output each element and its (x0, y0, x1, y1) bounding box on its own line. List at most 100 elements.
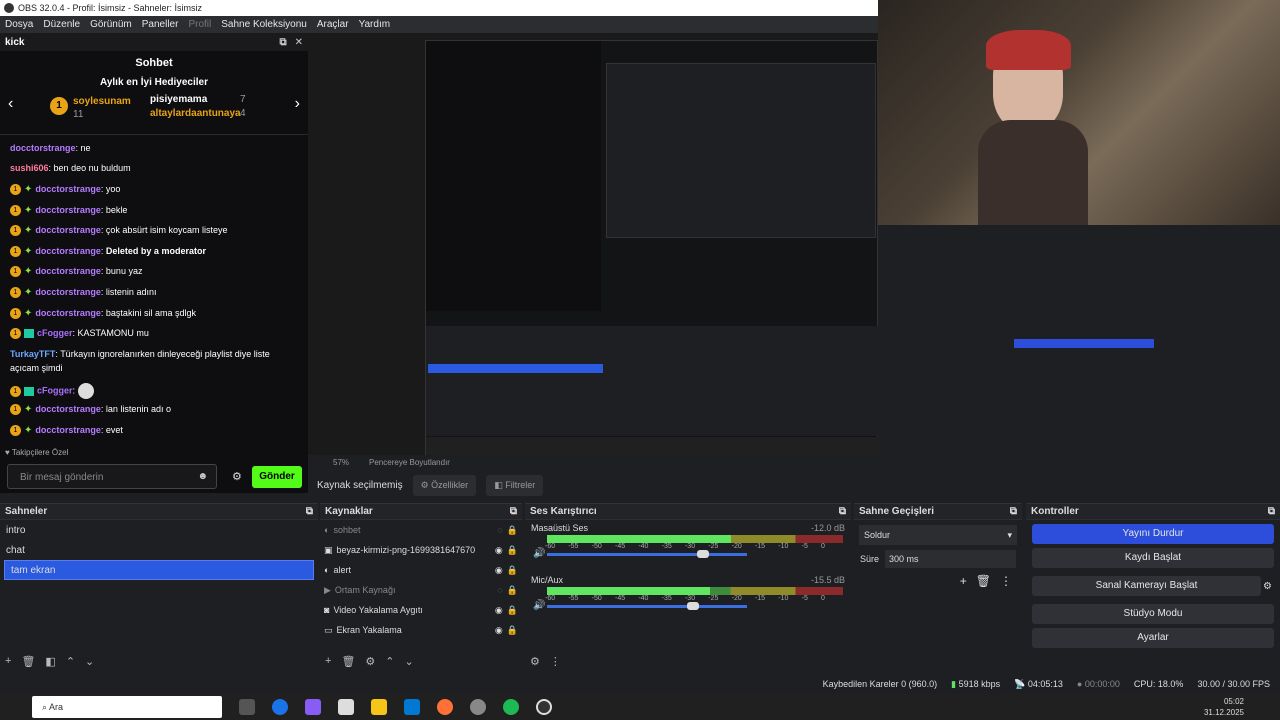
meter-tick: -45 (614, 543, 626, 550)
bitrate: ▮ 5918 kbps (951, 678, 1001, 689)
move-down-icon[interactable]: ⌄ (85, 655, 94, 668)
more-menu-icon[interactable]: ⋮ (1000, 574, 1012, 588)
menu-dosya[interactable]: Dosya (5, 19, 33, 30)
file-explorer-icon[interactable] (371, 699, 387, 715)
copilot-icon[interactable] (305, 699, 321, 715)
chat-input[interactable]: Bir mesaj gönderin ☻ (7, 464, 217, 489)
chat-message: 1 ✦ docctorstrange: Deleted by a moderator (10, 246, 206, 258)
undock-icon[interactable]: ⧉ (1010, 506, 1017, 517)
undock-icon[interactable]: ⧉ (510, 506, 517, 517)
volume-slider[interactable] (547, 550, 747, 558)
trash-icon[interactable]: 🗑 (976, 574, 991, 588)
rec-time: ● 00:00:00 (1076, 679, 1120, 689)
speaker-icon[interactable]: 🔊 (533, 600, 545, 611)
source-item[interactable]: ▭ Ekran Yakalama ◉ 🔒 (320, 620, 522, 640)
spotify-icon[interactable] (503, 699, 519, 715)
speaker-icon[interactable]: 🔊 (533, 548, 545, 559)
scene-item[interactable]: intro (0, 520, 318, 540)
firefox-icon[interactable] (437, 699, 453, 715)
eye-icon: ◉ (494, 624, 503, 635)
menu-paneller[interactable]: Paneller (142, 19, 179, 30)
settings-icon[interactable] (470, 699, 486, 715)
meter-tick: 0 (821, 543, 825, 550)
taskbar-search[interactable]: ⌕ Ara (32, 696, 222, 718)
chat-message: 1 cFogger: KASTAMONU mu (10, 328, 149, 340)
chat-message: 1 ✦ docctorstrange: yoo (10, 184, 120, 196)
scene-item[interactable]: chat (0, 540, 318, 560)
source-item[interactable]: ▣ beyaz-kirmizi-png-1699381647670 ◉ 🔒 (320, 540, 522, 560)
eye-icon: ◉ (494, 544, 503, 555)
scenes-dock: Sahneler ⧉ intro chat tam ekran + 🗑 ◧ ⌃ ⌄ (0, 503, 318, 670)
chat-dock-header: kick ⧉ ✕ (0, 33, 308, 51)
add-icon[interactable]: + (5, 655, 11, 668)
undock-icon[interactable]: ⧉ (1268, 506, 1275, 517)
meter-tick: -40 (638, 543, 649, 550)
emoji-icon[interactable]: ☻ (197, 471, 208, 482)
menu-profil[interactable]: Profil (188, 19, 211, 30)
sources-title: Kaynaklar (325, 506, 373, 517)
obs-icon[interactable] (536, 699, 552, 715)
undock-icon[interactable]: ⧉ (306, 506, 313, 517)
controls-title: Kontroller (1031, 506, 1079, 517)
source-item[interactable]: ◐ sohbet ◌ 🔒 (320, 520, 522, 540)
zoom-level[interactable]: 57% (333, 458, 349, 467)
move-down-icon[interactable]: ⌄ (405, 655, 414, 668)
gear-icon[interactable]: ⚙ (232, 470, 242, 483)
no-source-selected: Kaynak seçilmemiş (317, 480, 403, 491)
meter-tick: -55 (568, 543, 579, 550)
fit-to-window[interactable]: Pencereye Boyutlandır (369, 458, 450, 467)
menu-gorunum[interactable]: Görünüm (90, 19, 132, 30)
chevron-left-icon[interactable]: ‹ (8, 95, 13, 113)
source-item[interactable]: ▶ Ortam Kaynağı ◌ 🔒 (320, 580, 522, 600)
undock-icon[interactable]: ⧉ (839, 506, 846, 517)
close-icon[interactable]: ✕ (295, 37, 303, 48)
meter-tick: -5 (801, 543, 808, 550)
source-item[interactable]: ◙ Video Yakalama Aygıtı ◉ 🔒 (320, 600, 522, 620)
trash-icon[interactable]: 🗑 (341, 655, 355, 668)
move-up-icon[interactable]: ⌃ (66, 655, 75, 668)
filter-icon[interactable]: ◧ (45, 655, 55, 668)
menu-yardim[interactable]: Yardım (359, 19, 391, 30)
more-menu-icon[interactable]: ⋮ (550, 655, 561, 668)
meter-tick: -35 (661, 595, 672, 602)
gifter-3-count: 4 (240, 108, 246, 119)
hidden-eye-icon: ◌ (497, 585, 503, 595)
send-button[interactable]: Gönder (252, 466, 302, 488)
trash-icon[interactable]: 🗑 (21, 655, 35, 668)
outlook-icon[interactable] (404, 699, 420, 715)
transitions-title: Sahne Geçişleri (859, 506, 935, 517)
edge-icon[interactable] (272, 699, 288, 715)
task-view-icon[interactable] (239, 699, 255, 715)
system-clock[interactable]: 05:02 31.12.2025 (1204, 696, 1244, 718)
properties-button[interactable]: ⚙ Özellikler (412, 475, 477, 496)
gear-icon[interactable]: ⚙ (365, 655, 375, 668)
gear-icon[interactable]: ⚙ (1263, 581, 1272, 592)
meter-tick: -50 (591, 595, 602, 602)
webcam-feed (878, 0, 1280, 225)
volume-slider[interactable] (547, 602, 747, 610)
meter-ticks: -60 -55 -50 -45 -40 -35 -30 -25 -20 -15 -10 -5 0 (545, 595, 825, 602)
start-recording-button[interactable]: Kaydı Başlat (1032, 548, 1274, 568)
menu-duzenle[interactable]: Düzenle (43, 19, 80, 30)
chevron-right-icon[interactable]: › (295, 95, 300, 113)
menu-araclar[interactable]: Araçlar (317, 19, 349, 30)
duration-input[interactable]: 300 ms (885, 550, 1016, 568)
studio-mode-button[interactable]: Stüdyo Modu (1032, 604, 1274, 624)
advanced-audio-icon[interactable]: ⚙ (530, 655, 540, 668)
start-virtual-camera-button[interactable]: Sanal Kamerayı Başlat (1032, 576, 1262, 596)
undock-icon[interactable]: ⧉ (279, 37, 286, 48)
chat-message-continuation: açıcam şimdi (10, 363, 63, 373)
source-item[interactable]: ◐ alert ◉ 🔒 (320, 560, 522, 580)
stop-streaming-button[interactable]: Yayını Durdur (1032, 524, 1274, 544)
add-icon[interactable]: + (960, 574, 967, 588)
menu-sahne-koleksiyonu[interactable]: Sahne Koleksiyonu (221, 19, 307, 30)
store-icon[interactable] (338, 699, 354, 715)
add-icon[interactable]: + (325, 655, 331, 668)
settings-button[interactable]: Ayarlar (1032, 628, 1274, 648)
move-up-icon[interactable]: ⌃ (385, 655, 394, 668)
scene-item-selected[interactable]: tam ekran (4, 560, 314, 580)
transition-select[interactable]: Soldur ▾ (859, 525, 1017, 545)
lock-icon: 🔒 (506, 584, 518, 595)
filters-button[interactable]: ◧ Filtreler (486, 475, 544, 496)
meter-tick: -10 (778, 595, 789, 602)
